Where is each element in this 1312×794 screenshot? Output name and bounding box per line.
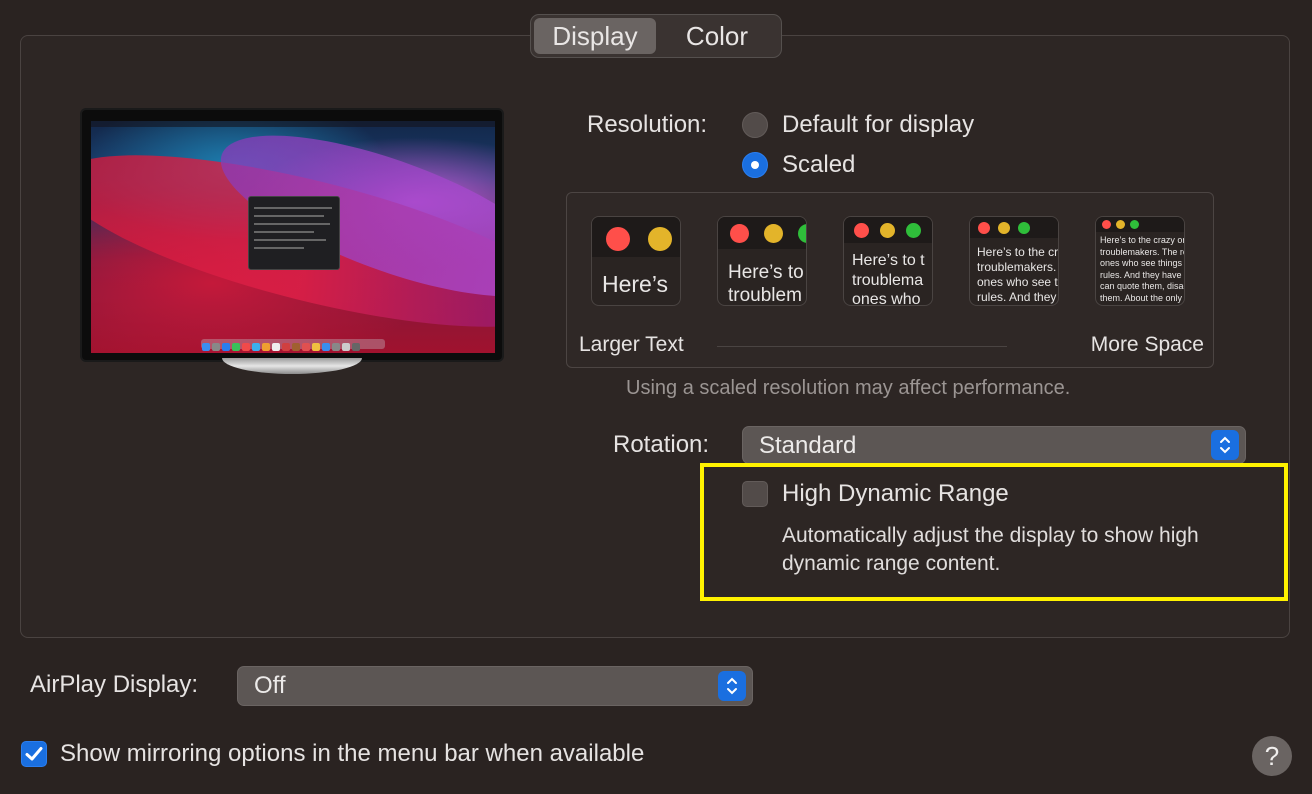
scale-option-4-text: Here’s to the cr troublemakers. ones who… xyxy=(977,245,1059,304)
mirroring-label[interactable]: Show mirroring options in the menu bar w… xyxy=(60,740,644,768)
more-space-label: More Space xyxy=(1090,333,1204,356)
rotation-label: Rotation: xyxy=(613,431,710,458)
hdr-description: Automatically adjust the display to show… xyxy=(782,524,1199,575)
help-button[interactable]: ? xyxy=(1252,736,1292,776)
tab-display[interactable]: Display xyxy=(534,18,656,54)
display-preview-image xyxy=(80,108,504,362)
radio-default-for-display[interactable] xyxy=(742,112,768,138)
scaled-resolution-picker: Here’s Here’s to troublem Here’s to t tr… xyxy=(566,192,1214,368)
scale-option-3-text: Here’s to t troublema ones who xyxy=(852,252,925,306)
close-dot-icon xyxy=(854,223,869,238)
scale-slider-track xyxy=(717,346,1007,347)
hdr-label[interactable]: High Dynamic Range xyxy=(782,480,1009,508)
close-dot-icon xyxy=(1102,220,1111,229)
hdr-checkbox[interactable] xyxy=(742,481,768,507)
larger-text-label: Larger Text xyxy=(579,333,684,356)
radio-default-for-display-label[interactable]: Default for display xyxy=(782,111,974,139)
minimize-dot-icon xyxy=(998,222,1010,234)
airplay-display-popup[interactable]: Off xyxy=(237,666,753,706)
scale-option-5-text: Here’s to the crazy one troublemakers. T… xyxy=(1100,235,1184,305)
zoom-dot-icon xyxy=(906,223,921,238)
radio-scaled[interactable] xyxy=(742,152,768,178)
scale-option-2-text: Here’s to troublem xyxy=(728,262,804,306)
scale-option-1-text: Here’s xyxy=(602,271,669,297)
close-dot-icon xyxy=(606,227,630,251)
mirroring-checkbox[interactable] xyxy=(21,741,47,767)
minimize-dot-icon xyxy=(648,227,672,251)
minimize-dot-icon xyxy=(880,223,895,238)
display-color-segmented-control: Display Color xyxy=(530,14,782,58)
performance-note: Using a scaled resolution may affect per… xyxy=(626,377,1071,399)
desktop-wallpaper xyxy=(91,121,495,353)
close-dot-icon xyxy=(978,222,990,234)
scale-option-4[interactable]: Here’s to the cr troublemakers. ones who… xyxy=(969,216,1059,306)
preview-menu-bar xyxy=(91,121,495,127)
preview-window xyxy=(248,196,340,270)
tab-color[interactable]: Color xyxy=(656,18,778,54)
close-dot-icon xyxy=(730,224,749,243)
zoom-dot-icon xyxy=(1130,220,1139,229)
preview-dock xyxy=(201,339,385,351)
updown-arrows-icon xyxy=(1211,430,1239,460)
rotation-value: Standard xyxy=(759,432,857,459)
scale-option-2[interactable]: Here’s to troublem xyxy=(717,216,807,306)
airplay-display-value: Off xyxy=(254,672,286,699)
scale-option-1[interactable]: Here’s xyxy=(591,216,681,306)
resolution-label: Resolution: xyxy=(587,111,708,138)
radio-scaled-label[interactable]: Scaled xyxy=(782,151,855,179)
updown-arrows-icon xyxy=(718,671,746,701)
minimize-dot-icon xyxy=(1116,220,1125,229)
rotation-popup[interactable]: Standard xyxy=(742,426,1246,464)
minimize-dot-icon xyxy=(764,224,783,243)
scale-option-5[interactable]: Here’s to the crazy one troublemakers. T… xyxy=(1095,216,1185,306)
checkmark-icon xyxy=(25,747,43,761)
zoom-dot-icon xyxy=(1018,222,1030,234)
scale-option-3[interactable]: Here’s to t troublema ones who xyxy=(843,216,933,306)
airplay-display-label: AirPlay Display: xyxy=(30,671,199,698)
